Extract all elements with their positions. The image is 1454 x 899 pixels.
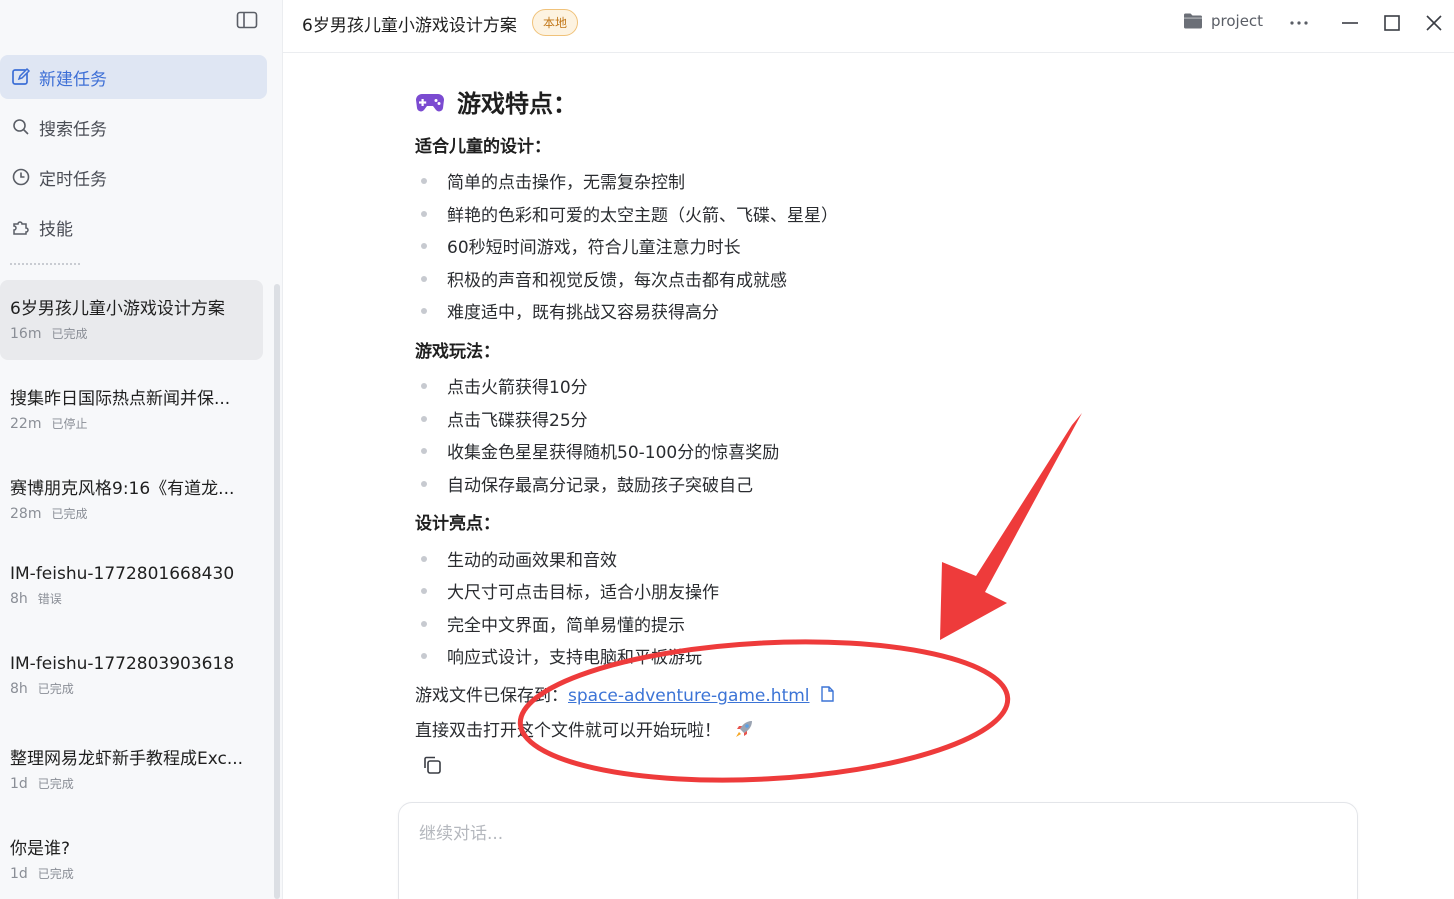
task-title: 6岁男孩儿童小游戏设计方案 xyxy=(10,299,225,319)
closing-line: 直接双击打开这个文件就可以开始玩啦！ xyxy=(415,716,754,744)
header: 6岁男孩儿童小游戏设计方案 本地 project xyxy=(283,0,1454,53)
more-icon[interactable] xyxy=(1288,12,1310,34)
maximize-icon[interactable] xyxy=(1381,12,1403,34)
nav-skills[interactable]: 技能 xyxy=(0,205,267,249)
file-icon[interactable] xyxy=(821,685,834,707)
task-time: 1d xyxy=(10,776,28,792)
subsection-title: 游戏玩法： xyxy=(415,342,500,362)
task-title: 整理网易龙虾新手教程成Exc... xyxy=(10,749,244,769)
chat-input[interactable] xyxy=(399,803,1357,899)
task-status: 已完成 xyxy=(51,507,88,521)
task-status: 已完成 xyxy=(51,327,88,341)
sidebar: 新建任务 搜索任务 定时任务 技能 6岁男孩儿童小游戏设计方案 16m 已完成 搜… xyxy=(0,0,283,899)
subsection-title: 设计亮点： xyxy=(415,514,500,534)
annotation-arrow-icon xyxy=(940,413,1082,640)
list-item: 响应式设计，支持电脑和平板游玩 xyxy=(415,643,702,668)
task-status: 已完成 xyxy=(37,777,74,791)
task-status: 已完成 xyxy=(37,867,74,881)
list-item: 简单的点击操作，无需复杂控制 xyxy=(415,168,685,193)
minimize-icon[interactable] xyxy=(1339,12,1361,34)
sidebar-scrollbar[interactable] xyxy=(274,284,280,899)
nav-label: 搜索任务 xyxy=(39,119,107,140)
clock-icon xyxy=(11,167,31,187)
section-heading: 游戏特点： xyxy=(415,84,577,119)
nav-label: 定时任务 xyxy=(39,169,107,190)
page-title: 6岁男孩儿童小游戏设计方案 xyxy=(302,16,517,36)
task-title: 你是谁? xyxy=(10,839,71,859)
task-item[interactable]: 整理网易龙虾新手教程成Exc... 1d 已完成 xyxy=(0,730,263,810)
nav-label: 新建任务 xyxy=(39,69,107,90)
nav-new-task[interactable]: 新建任务 xyxy=(0,55,267,99)
list-item: 生动的动画效果和音效 xyxy=(415,546,617,571)
list-item: 点击火箭获得10分 xyxy=(415,373,588,398)
chat-input-box[interactable] xyxy=(398,802,1358,899)
saved-prefix: 游戏文件已保存到： xyxy=(415,686,568,706)
task-title: 赛博朋克风格9:16《有道龙... xyxy=(10,479,235,499)
list-item: 积极的声音和视觉反馈，每次点击都有成就感 xyxy=(415,266,787,291)
task-status: 错误 xyxy=(37,592,62,606)
nav-search-task[interactable]: 搜索任务 xyxy=(0,105,267,149)
task-status: 已停止 xyxy=(51,417,88,431)
gamepad-icon xyxy=(415,91,445,113)
copy-icon[interactable] xyxy=(421,754,443,776)
list-item: 难度适中，既有挑战又容易获得高分 xyxy=(415,298,719,323)
task-item[interactable]: 赛博朋克风格9:16《有道龙... 28m 已完成 xyxy=(0,460,263,540)
project-name: project xyxy=(1211,12,1264,30)
heading-text: 游戏特点： xyxy=(457,90,577,118)
rocket-icon xyxy=(734,719,754,744)
sidebar-toggle-icon[interactable] xyxy=(236,11,258,29)
task-item[interactable]: IM-feishu-1772801668430 8h 错误 xyxy=(0,550,263,630)
file-link[interactable]: space-adventure-game.html xyxy=(568,686,810,706)
task-time: 8h xyxy=(10,681,28,697)
task-time: 1d xyxy=(10,866,28,882)
section-divider xyxy=(10,263,80,265)
task-title: IM-feishu-1772803903618 xyxy=(10,654,235,674)
task-item[interactable]: 你是谁? 1d 已完成 xyxy=(0,820,263,899)
list-item: 大尺寸可点击目标，适合小朋友操作 xyxy=(415,578,719,603)
closing-text: 直接双击打开这个文件就可以开始玩啦！ xyxy=(415,721,721,741)
nav-label: 技能 xyxy=(39,219,73,240)
subsection-title: 适合儿童的设计： xyxy=(415,137,551,157)
search-icon xyxy=(11,117,31,137)
edit-icon xyxy=(11,67,31,87)
task-time: 28m xyxy=(10,506,42,522)
task-time: 8h xyxy=(10,591,28,607)
location-badge: 本地 xyxy=(532,9,579,36)
task-time: 22m xyxy=(10,416,42,432)
task-item[interactable]: 6岁男孩儿童小游戏设计方案 16m 已完成 xyxy=(0,280,263,360)
task-title: IM-feishu-1772801668430 xyxy=(10,564,235,584)
task-item[interactable]: IM-feishu-1772803903618 8h 已完成 xyxy=(0,640,263,720)
close-icon[interactable] xyxy=(1423,12,1445,34)
list-item: 60秒短时间游戏，符合儿童注意力时长 xyxy=(415,233,741,258)
list-item: 收集金色星星获得随机50-100分的惊喜奖励 xyxy=(415,438,779,463)
nav-scheduled-task[interactable]: 定时任务 xyxy=(0,155,267,199)
list-item: 鲜艳的色彩和可爱的太空主题（火箭、飞碟、星星） xyxy=(415,201,838,226)
list-item: 点击飞碟获得25分 xyxy=(415,406,588,431)
task-status: 已完成 xyxy=(37,682,74,696)
puzzle-icon xyxy=(11,217,31,237)
task-item[interactable]: 搜集昨日国际热点新闻并保... 22m 已停止 xyxy=(0,370,263,450)
folder-icon xyxy=(1183,12,1203,30)
task-title: 搜集昨日国际热点新闻并保... xyxy=(10,389,231,409)
project-selector[interactable]: project xyxy=(1183,12,1263,30)
list-item: 完全中文界面，简单易懂的提示 xyxy=(415,611,685,636)
task-time: 16m xyxy=(10,326,42,342)
saved-file-line: 游戏文件已保存到：space-adventure-game.html xyxy=(415,681,834,707)
list-item: 自动保存最高分记录，鼓励孩子突破自己 xyxy=(415,471,753,496)
